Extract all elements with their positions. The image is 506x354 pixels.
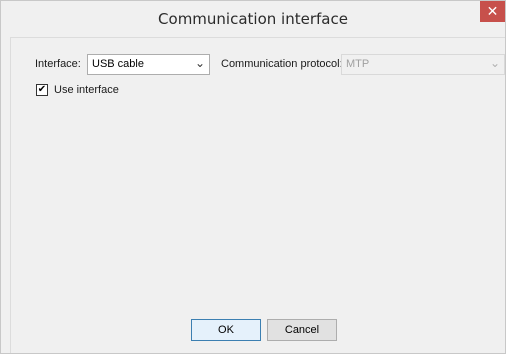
close-button[interactable]: ✕ (480, 1, 505, 22)
protocol-label: Communication protocol: (221, 58, 343, 70)
interface-select-value: USB cable (92, 58, 144, 70)
interface-select[interactable]: USB cable ⌄ (87, 54, 210, 75)
protocol-select[interactable]: MTP ⌄ (341, 54, 505, 75)
protocol-select-value: MTP (346, 58, 370, 70)
cancel-button[interactable]: Cancel (267, 319, 337, 341)
close-icon: ✕ (486, 3, 499, 19)
dialog-window: Communication interface ✕ Interface: USB… (0, 0, 506, 354)
use-interface-label[interactable]: Use interface (54, 84, 119, 96)
ok-button[interactable]: OK (191, 319, 261, 341)
dialog-body: Interface: USB cable ⌄ Communication pro… (10, 37, 505, 353)
chevron-down-icon: ⌄ (194, 56, 205, 70)
interface-label: Interface: (35, 58, 81, 70)
window-title: Communication interface (158, 10, 348, 28)
chevron-down-icon: ⌄ (489, 56, 500, 70)
checkmark-icon: ✔ (37, 84, 47, 95)
use-interface-checkbox[interactable]: ✔ (36, 84, 48, 96)
title-bar[interactable]: Communication interface ✕ (1, 1, 505, 35)
